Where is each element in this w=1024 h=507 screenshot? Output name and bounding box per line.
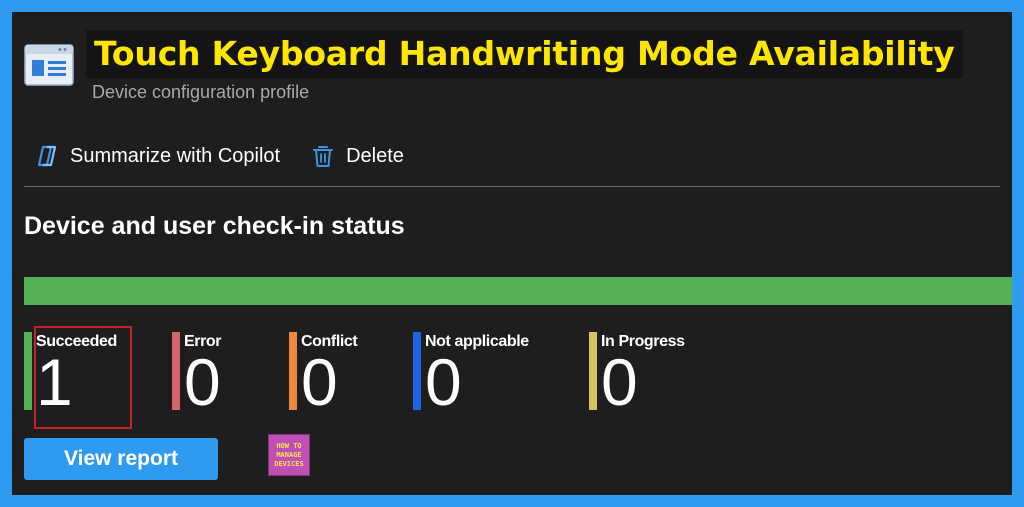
profile-panel: Touch Keyboard Handwriting Mode Availabi…	[12, 12, 1012, 495]
delete-label: Delete	[346, 144, 404, 167]
stat-error-value: 0	[184, 345, 221, 419]
logo-line-1: HOW TO	[276, 441, 302, 450]
stat-error[interactable]: Error 0	[172, 332, 222, 419]
succeeded-highlight-box	[34, 326, 132, 429]
stat-conflict-value: 0	[301, 345, 338, 419]
summarize-copilot-label: Summarize with Copilot	[70, 144, 281, 167]
view-report-button[interactable]: View report	[24, 438, 218, 480]
page-title: Touch Keyboard Handwriting Mode Availabi…	[86, 30, 963, 78]
stat-not-applicable-color-bar	[413, 332, 421, 410]
page-subtitle: Device configuration profile	[92, 82, 310, 102]
checkin-status-heading: Device and user check-in status	[24, 212, 405, 240]
trash-icon	[313, 146, 334, 167]
delete-button[interactable]: Delete	[310, 143, 404, 169]
toolbar: Summarize with Copilot Delete	[34, 138, 404, 174]
checkin-status-bar	[24, 277, 1012, 305]
stat-in-progress[interactable]: In Progress 0	[589, 332, 685, 419]
config-profile-icon	[24, 44, 74, 86]
stat-not-applicable[interactable]: Not applicable 0	[413, 332, 529, 419]
stat-conflict-color-bar	[289, 332, 297, 410]
stat-not-applicable-value: 0	[425, 345, 462, 419]
summarize-copilot-button[interactable]: Summarize with Copilot	[34, 143, 280, 169]
copilot-icon	[37, 145, 57, 167]
stat-succeeded-color-bar	[24, 332, 32, 410]
how-to-manage-devices-logo: HOW TO MANAGE DEVICES	[268, 434, 310, 476]
stat-in-progress-color-bar	[589, 332, 597, 410]
toolbar-divider	[24, 186, 1000, 187]
stat-conflict[interactable]: Conflict 0	[289, 332, 358, 419]
logo-line-3: DEVICES	[274, 459, 304, 468]
stat-error-color-bar	[172, 332, 180, 410]
stat-in-progress-value: 0	[601, 345, 638, 419]
logo-line-2: MANAGE	[276, 450, 302, 459]
